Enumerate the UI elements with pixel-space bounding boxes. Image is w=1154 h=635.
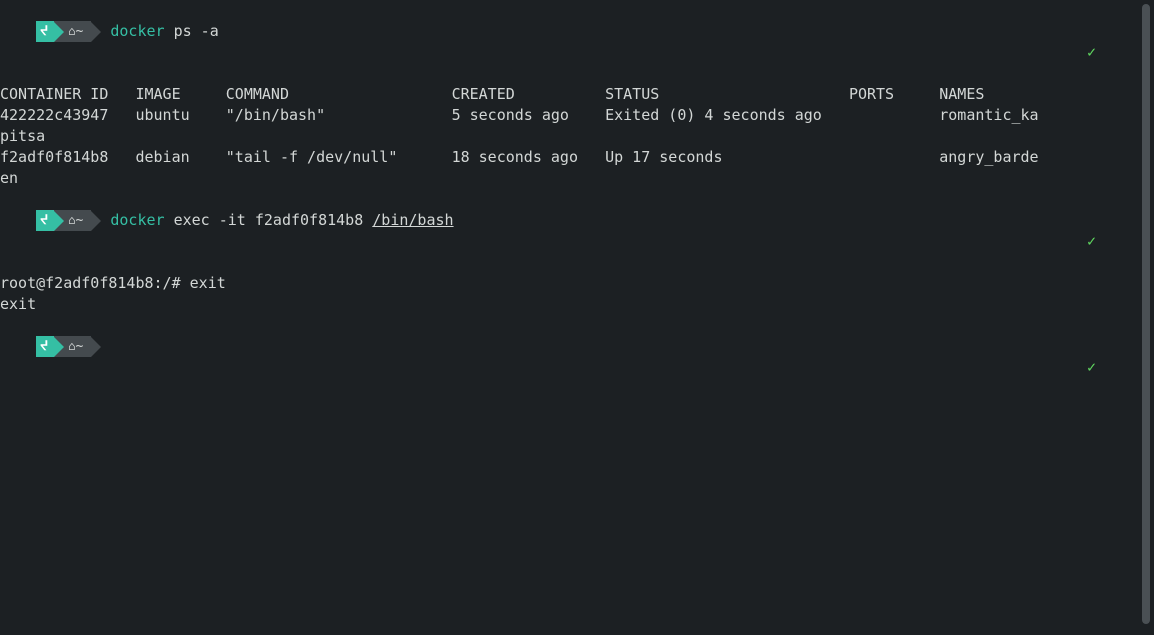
header-ports: PORTS [849,85,894,103]
exit-echo: exit [0,295,36,313]
cell-image: debian [135,148,189,166]
cell-container-id: f2adf0f814b8 [0,148,108,166]
prompt-segment: ᔪ ⌂ ~ [36,21,101,42]
chevron-separator-icon [91,337,101,357]
header-created: CREATED [452,85,515,103]
terminal-output[interactable]: ᔪ ⌂ ~ docker ps -a ✓ CONTAINER ID IMAGE … [0,0,1134,399]
container-shell-line: root@f2adf0f814b8:/# exit [0,273,1134,294]
header-command: COMMAND [226,85,289,103]
cell-status: Exited (0) 4 seconds ago [605,106,822,124]
cell-names: romantic_ka [939,106,1038,124]
table-row-wrap: en [0,168,1134,189]
table-row: f2adf0f814b8 debian "tail -f /dev/null" … [0,147,1134,168]
cell-image: ubuntu [135,106,189,124]
tilde: ~ [76,336,84,357]
root-prompt-exit: root@f2adf0f814b8:/# exit [0,274,226,292]
os-logo-segment: ᔪ [36,336,54,357]
scrollbar[interactable] [1142,4,1150,624]
command-args-path: /bin/bash [372,211,453,229]
prompt-segment: ᔪ ⌂ ~ [36,336,101,357]
chevron-separator-icon [54,337,64,357]
cell-created: 18 seconds ago [452,148,578,166]
success-check-icon: ✓ [1087,231,1096,252]
os-logo-segment: ᔪ [36,210,54,231]
header-image: IMAGE [135,85,180,103]
command-args: exec -it f2adf0f814b8 [165,211,373,229]
cell-command: "/bin/bash" [226,106,325,124]
command-line-3[interactable]: ᔪ ⌂ ~ ✓ [0,315,1134,399]
chevron-separator-icon [91,211,101,231]
tilde: ~ [76,210,84,231]
home-icon: ⌂ [68,21,75,42]
chevron-separator-icon [54,22,64,42]
command-args: ps -a [165,22,219,40]
cell-command: "tail -f /dev/null" [226,148,398,166]
home-icon: ⌂ [68,210,75,231]
os-logo-segment: ᔪ [36,21,54,42]
success-check-icon: ✓ [1087,357,1096,378]
exit-echo-line: exit [0,294,1134,315]
command-line-1: ᔪ ⌂ ~ docker ps -a ✓ [0,0,1134,84]
cell-names-wrap: pitsa [0,127,45,145]
header-container-id: CONTAINER ID [0,85,108,103]
command-keyword: docker [110,22,164,40]
chevron-separator-icon [91,22,101,42]
header-names: NAMES [939,85,984,103]
cell-container-id: 422222c43947 [0,106,108,124]
table-header-row: CONTAINER ID IMAGE COMMAND CREATED STATU… [0,84,1134,105]
chevron-separator-icon [54,211,64,231]
command-line-2: ᔪ ⌂ ~ docker exec -it f2adf0f814b8 /bin/… [0,189,1134,273]
tilde: ~ [76,21,84,42]
cell-names: angry_barde [939,148,1038,166]
table-row: 422222c43947 ubuntu "/bin/bash" 5 second… [0,105,1134,126]
cell-status: Up 17 seconds [605,148,722,166]
success-check-icon: ✓ [1087,42,1096,63]
cell-names-wrap: en [0,169,18,187]
cell-created: 5 seconds ago [452,106,569,124]
prompt-segment: ᔪ ⌂ ~ [36,210,101,231]
home-icon: ⌂ [68,336,75,357]
table-row-wrap: pitsa [0,126,1134,147]
command-keyword: docker [110,211,164,229]
header-status: STATUS [605,85,659,103]
